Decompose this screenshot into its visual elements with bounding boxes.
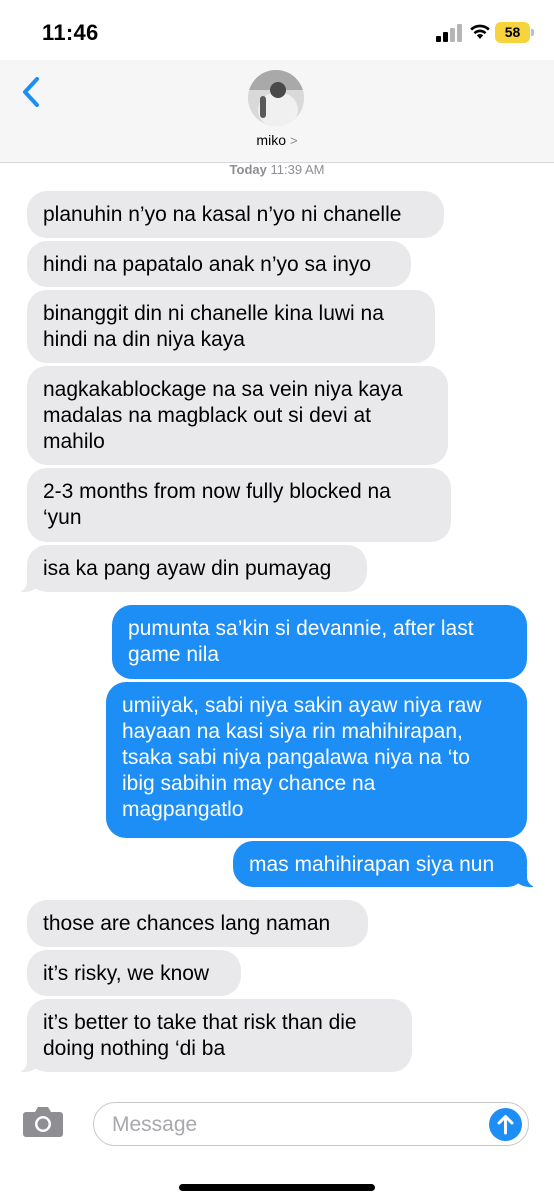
message-input-box: [93, 1102, 529, 1146]
status-time: 11:46: [42, 20, 99, 45]
sent-message-bubble[interactable]: mas mahihirapan siya nun: [233, 841, 537, 887]
sent-message-bubble[interactable]: umiiyak, sabi niya sakin ayaw niya raw h…: [106, 682, 527, 838]
message-bubble[interactable]: 2-3 months from now fully blocked na ‘yu…: [27, 468, 451, 542]
message-line: pumunta sa’kin si devannie, after last: [128, 617, 474, 640]
send-arrow-icon[interactable]: [489, 1108, 522, 1141]
message-line: madalas na magblack out si devi at: [43, 404, 372, 427]
message-bubble[interactable]: planuhin n’yo na kasal n’yo ni chanelle: [27, 191, 444, 238]
contact-name[interactable]: miko >: [0, 132, 554, 148]
message-input[interactable]: [110, 1109, 474, 1141]
battery-icon: 58: [495, 22, 530, 43]
message-line: hindi na din niya kaya: [43, 328, 245, 351]
sent-message-bubble[interactable]: pumunta sa’kin si devannie, after last g…: [112, 605, 527, 679]
message-bubble[interactable]: it’s risky, we know: [27, 950, 241, 996]
message-line: game nila: [128, 643, 220, 666]
message-line: 2-3 months from now fully blocked na: [43, 480, 391, 503]
message-line: umiiyak, sabi niya sakin ayaw niya raw: [122, 694, 482, 717]
message-line: those are chances lang naman: [43, 912, 331, 935]
message-bubble[interactable]: nagkakablockage na sa vein niya kaya mad…: [27, 366, 448, 465]
message-line: mahilo: [43, 430, 105, 453]
message-line: hindi na papatalo anak n’yo sa inyo: [43, 253, 372, 276]
contact-name-label: miko: [256, 132, 286, 148]
status-bar: 11:46 58: [0, 0, 554, 60]
message-line: magpangatlo: [122, 798, 244, 821]
message-line: ibig sabihin may chance na: [122, 772, 376, 795]
message-bubble[interactable]: hindi na papatalo anak n’yo sa inyo: [27, 241, 411, 287]
cellular-signal-icon: [436, 24, 464, 42]
message-line: tsaka sabi niya pangalawa niya na ‘to: [122, 746, 470, 769]
home-indicator: [179, 1184, 375, 1191]
battery-cap: [531, 29, 534, 36]
message-bubble[interactable]: those are chances lang naman: [27, 900, 368, 947]
message-line: nagkakablockage na sa vein niya kaya: [43, 378, 403, 401]
timestamp-time: 11:39 AM: [270, 162, 325, 177]
camera-icon[interactable]: [22, 1104, 64, 1138]
conversation-header: miko >: [0, 60, 554, 163]
message-line: hayaan na kasi siya rin mahihirapan,: [122, 720, 463, 743]
message-line: it’s better to take that risk than die: [43, 1011, 357, 1034]
message-line: ‘yun: [43, 506, 82, 529]
timestamp-day: Today: [229, 162, 267, 177]
message-composer: [0, 1092, 554, 1200]
message-line: doing nothing ‘di ba: [43, 1037, 226, 1060]
message-bubble[interactable]: it’s better to take that risk than die d…: [17, 999, 412, 1072]
wifi-icon: [470, 24, 490, 39]
chevron-right-icon: >: [289, 133, 298, 148]
message-timestamp: Today 11:39 AM: [0, 162, 554, 177]
message-line: binanggit din ni chanelle kina luwi na: [43, 302, 384, 325]
message-line: it’s risky, we know: [43, 962, 210, 985]
chevron-left-icon[interactable]: [18, 74, 48, 110]
message-line: isa ka pang ayaw din pumayag: [43, 557, 332, 580]
message-line: mas mahihirapan siya nun: [249, 853, 495, 876]
message-bubble[interactable]: isa ka pang ayaw din pumayag: [17, 545, 367, 592]
message-bubble[interactable]: binanggit din ni chanelle kina luwi na h…: [27, 290, 435, 363]
message-line: planuhin n’yo na kasal n’yo ni chanelle: [43, 203, 402, 226]
avatar[interactable]: [248, 70, 304, 126]
